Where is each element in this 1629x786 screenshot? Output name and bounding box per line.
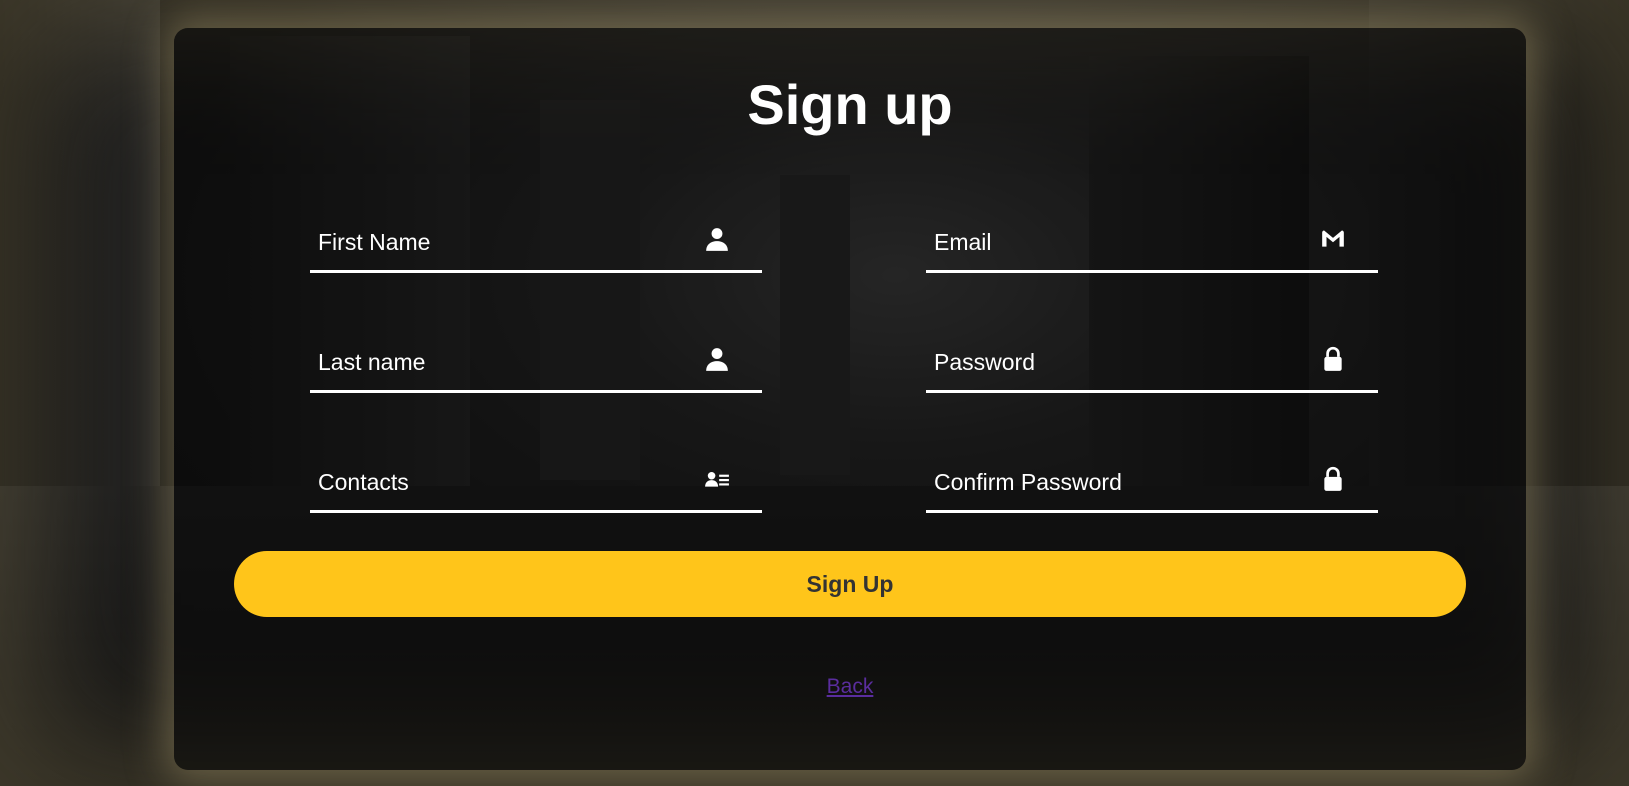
- first-name-input[interactable]: [310, 212, 700, 272]
- user-icon: [704, 346, 730, 372]
- contacts-field: [310, 452, 762, 513]
- last-name-field: [310, 332, 762, 393]
- back-link-container: Back: [174, 675, 1526, 699]
- contact-card-icon: [704, 466, 730, 492]
- sign-up-button[interactable]: Sign Up: [234, 551, 1466, 617]
- confirm-password-field: [926, 452, 1378, 513]
- confirm-password-input[interactable]: [926, 452, 1316, 512]
- first-name-field: [310, 212, 762, 273]
- user-icon: [704, 226, 730, 252]
- email-field: [926, 212, 1378, 273]
- lock-icon: [1320, 346, 1346, 372]
- back-link[interactable]: Back: [827, 675, 874, 698]
- password-field: [926, 332, 1378, 393]
- page-title: Sign up: [747, 73, 953, 136]
- signup-card: Sign up Sign Up: [174, 28, 1526, 770]
- contacts-input[interactable]: [310, 452, 700, 512]
- gmail-icon: [1320, 226, 1346, 252]
- lock-icon: [1320, 466, 1346, 492]
- email-input[interactable]: [926, 212, 1316, 272]
- last-name-input[interactable]: [310, 332, 700, 392]
- password-input[interactable]: [926, 332, 1316, 392]
